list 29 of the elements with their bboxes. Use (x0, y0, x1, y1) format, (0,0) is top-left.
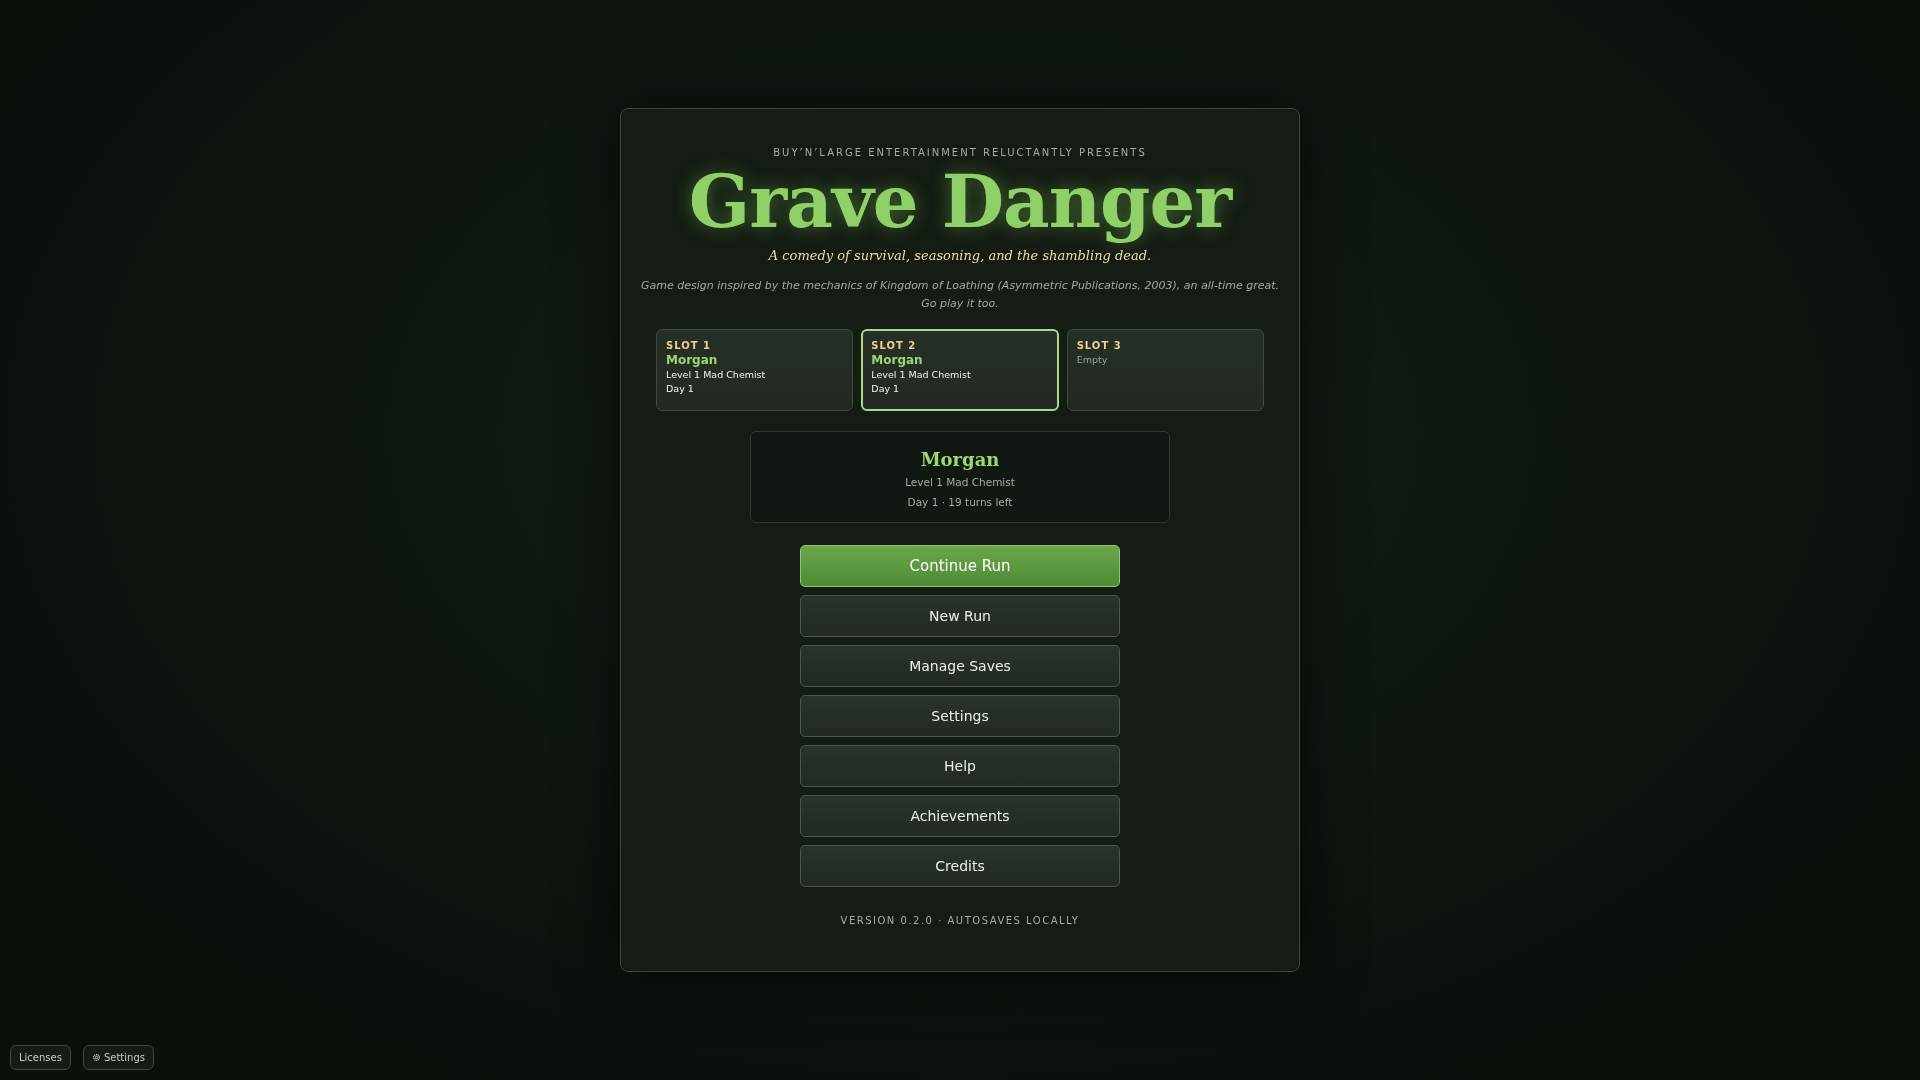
slot-detail: Level 1 Mad Chemist (666, 367, 767, 382)
menu-button[interactable]: Settings (800, 695, 1120, 738)
presenter-line: BUY’N’LARGE ENTERTAINMENT RELUCTANTLY PRESENTS (773, 146, 1147, 160)
footer-button[interactable]: Licenses (10, 1045, 71, 1070)
slot-detail: Day 1 (666, 382, 695, 396)
save-slot-card[interactable]: SLOT 1 Morgan Level 1 Mad Chemist Day 1 (656, 329, 854, 412)
menu-button[interactable]: New Run (800, 595, 1120, 638)
gear-icon (91, 1053, 101, 1062)
tagline: A comedy of survival, seasoning, and the shambling dead. (768, 246, 1152, 265)
design-credit: Game design inspired by the mechanics of Kingdom of Loathing (Asymmetric Publications, 2003), an all-time great. Go play it too. (640, 278, 1280, 313)
slot-label: SLOT 3 (1076, 339, 1123, 354)
slot-label: SLOT 1 (666, 339, 712, 354)
menu-button[interactable]: Manage Saves (800, 645, 1120, 688)
version-note: VERSION 0.2.0 · AUTOSAVES LOCALLY (840, 914, 1080, 929)
character-name: Morgan (920, 448, 1000, 473)
slot-label: SLOT 2 (871, 339, 918, 354)
summary-detail: Day 1 · 19 turns left (907, 494, 1013, 510)
menu-button[interactable]: Achievements (800, 795, 1120, 838)
character-name: Morgan (666, 353, 719, 368)
menu-button[interactable]: Credits (800, 845, 1120, 888)
summary-detail: Level 1 Mad Chemist (905, 475, 1015, 491)
save-slot-card[interactable]: SLOT 2 Morgan Level 1 Mad Chemist Day 1 (861, 329, 1059, 412)
character-name: Morgan (871, 353, 924, 368)
slot-detail: Day 1 (871, 382, 901, 396)
save-slot-card[interactable]: SLOT 3 Empty (1066, 329, 1264, 412)
empty-label: Empty (1076, 353, 1109, 368)
slot-detail: Level 1 Mad Chemist (871, 367, 972, 382)
footer-button[interactable]: Settings (82, 1045, 154, 1070)
menu-button[interactable]: Help (800, 745, 1120, 788)
